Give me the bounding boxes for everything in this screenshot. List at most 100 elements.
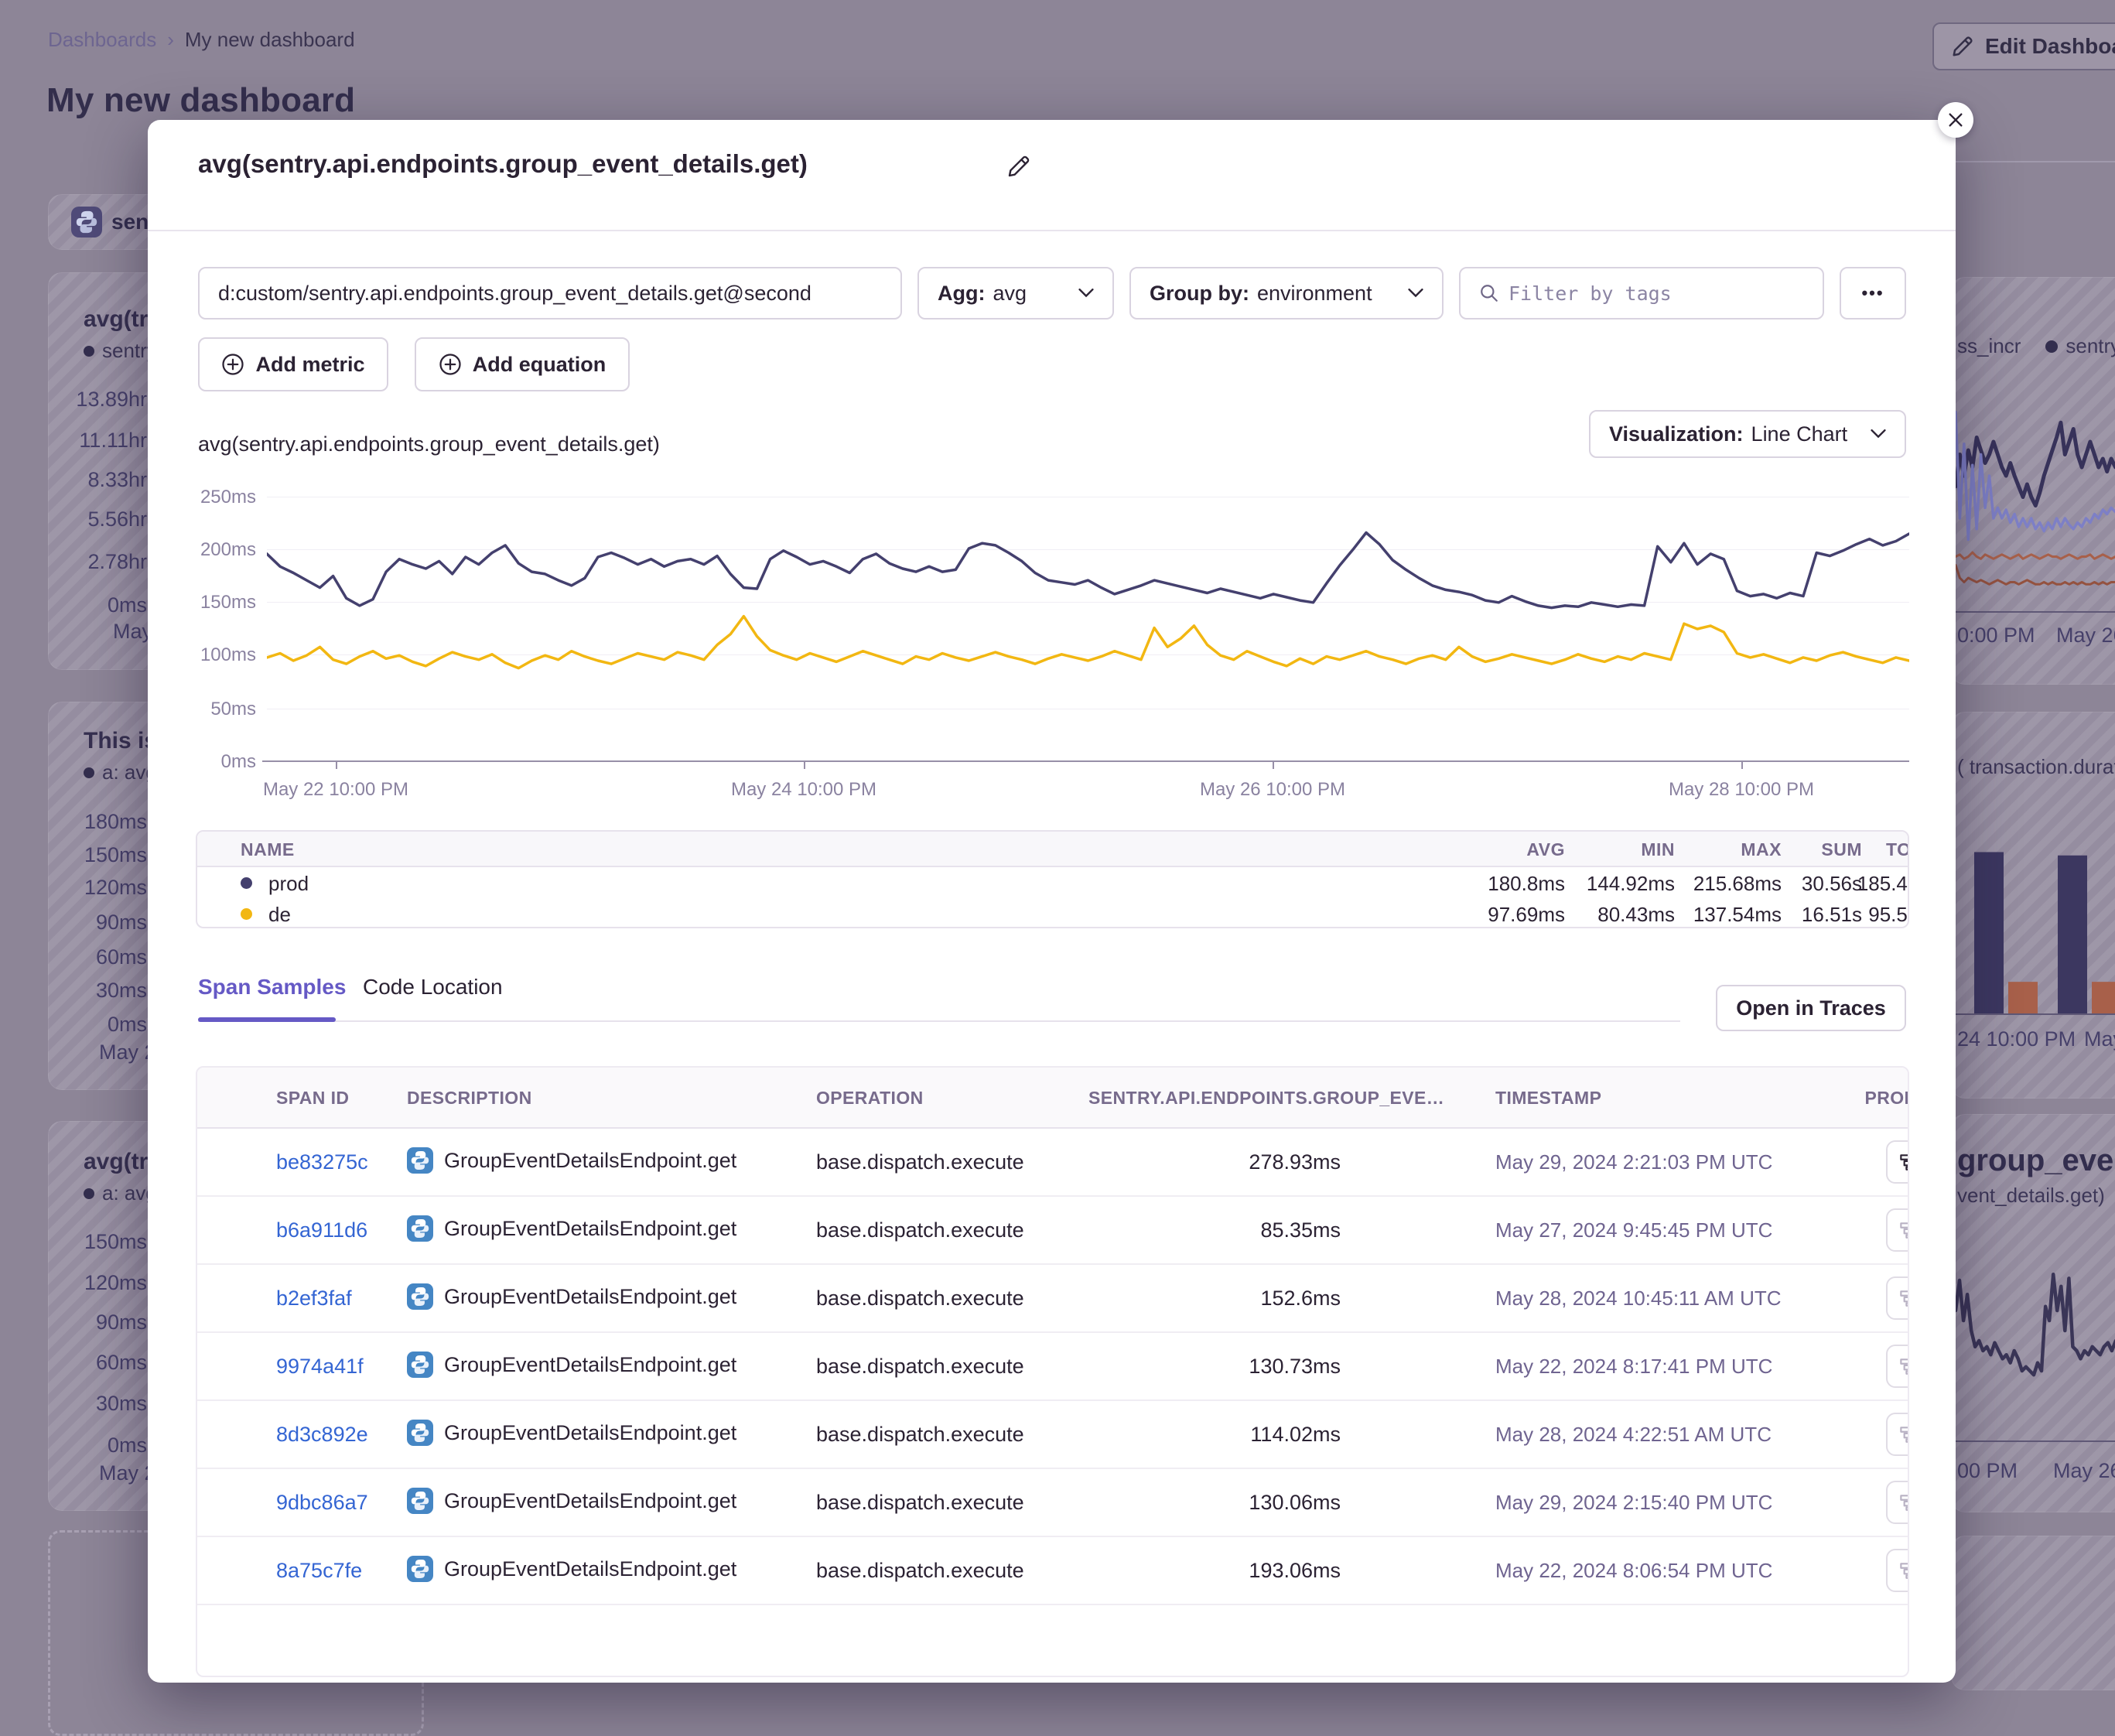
span-sample-row: b6a911d6 GroupEventDetailsEndpoint.get b…	[197, 1197, 1908, 1265]
metric-details-modal: avg(sentry.api.endpoints.group_event_det…	[148, 120, 1956, 1683]
more-options-button[interactable]: •••	[1840, 267, 1906, 320]
summary-row-de[interactable]: de 97.69ms 80.43ms 137.54ms 16.51s 95.59…	[197, 898, 1908, 928]
span-description: GroupEventDetailsEndpoint.get	[407, 1352, 736, 1378]
span-timestamp: May 29, 2024 2:21:03 PM UTC	[1495, 1150, 1772, 1174]
bg-y-label: 30ms	[54, 979, 147, 1003]
span-id-link[interactable]: 8d3c892e	[276, 1423, 368, 1447]
bg-y-label: 180ms	[54, 810, 147, 834]
bg-widget-right-2: ( transaction.duratio 24 10:00 PM May	[1951, 712, 2115, 1099]
series-summary-table: NAME AVG MIN MAX SUM TOTAL prod 180.8ms …	[196, 830, 1909, 928]
chart-canvas	[267, 497, 1909, 761]
bg-y-label: 2.78hr	[54, 550, 147, 574]
python-icon	[407, 1283, 433, 1310]
span-id-link[interactable]: 8a75c7fe	[276, 1559, 362, 1583]
bg-y-label: 60ms	[54, 945, 147, 969]
bg-line-chart	[1956, 1230, 2115, 1431]
profiling-icon	[1898, 1152, 1909, 1172]
span-duration: 152.6ms	[1260, 1287, 1341, 1311]
profiling-icon	[1898, 1356, 1909, 1376]
span-description: GroupEventDetailsEndpoint.get	[407, 1147, 736, 1174]
span-sample-row: 8d3c892e GroupEventDetailsEndpoint.get b…	[197, 1401, 1908, 1469]
python-icon	[407, 1420, 433, 1446]
profile-button[interactable]	[1886, 1549, 1909, 1592]
tabs-divider	[198, 1020, 1680, 1022]
python-icon	[407, 1215, 433, 1242]
span-description: GroupEventDetailsEndpoint.get	[407, 1488, 736, 1514]
python-icon	[407, 1352, 433, 1378]
span-operation: base.dispatch.execute	[816, 1287, 1024, 1311]
chevron-down-icon	[1078, 289, 1094, 298]
breadcrumb-current: My new dashboard	[185, 28, 355, 52]
bg-widget-label: sen	[111, 210, 149, 234]
summary-header-row: NAME AVG MIN MAX SUM TOTAL	[197, 832, 1908, 867]
add-equation-button[interactable]: Add equation	[415, 337, 630, 391]
span-id-link[interactable]: b2ef3faf	[276, 1287, 352, 1311]
python-icon	[407, 1147, 433, 1174]
add-metric-button[interactable]: Add metric	[198, 337, 388, 391]
bg-y-label: 60ms	[54, 1351, 147, 1375]
pencil-icon	[1951, 35, 1974, 58]
profile-button[interactable]	[1886, 1208, 1909, 1252]
chevron-down-icon	[1871, 429, 1886, 439]
profile-button[interactable]	[1886, 1140, 1909, 1184]
profile-button[interactable]	[1886, 1481, 1909, 1524]
bg-y-label: 90ms	[54, 1311, 147, 1334]
bg-y-label: 0ms	[54, 593, 147, 617]
span-operation: base.dispatch.execute	[816, 1218, 1024, 1242]
profile-button[interactable]	[1886, 1276, 1909, 1320]
profile-button[interactable]	[1886, 1345, 1909, 1388]
span-duration: 85.35ms	[1260, 1218, 1341, 1242]
edit-dashboard-button: Edit Dashboa	[1932, 22, 2115, 70]
span-id-link[interactable]: be83275c	[276, 1150, 368, 1174]
edit-title-pencil-icon[interactable]	[1006, 154, 1031, 179]
page-title: My new dashboard	[46, 81, 355, 120]
span-sample-row: b2ef3faf GroupEventDetailsEndpoint.get b…	[197, 1265, 1908, 1333]
span-id-link[interactable]: b6a911d6	[276, 1218, 367, 1242]
chevron-down-icon	[1408, 289, 1423, 298]
active-tab-indicator	[198, 1017, 336, 1022]
span-timestamp: May 28, 2024 10:45:11 AM UTC	[1495, 1287, 1782, 1311]
profiling-icon	[1898, 1288, 1909, 1308]
span-id-link[interactable]: 9dbc86a7	[276, 1491, 368, 1515]
aggregate-select[interactable]: Agg:avg	[917, 267, 1114, 320]
filter-tags-input[interactable]: Filter by tags	[1459, 267, 1824, 320]
span-sample-row: 9974a41f GroupEventDetailsEndpoint.get b…	[197, 1333, 1908, 1401]
span-timestamp: May 28, 2024 4:22:51 AM UTC	[1495, 1423, 1772, 1447]
open-in-traces-button[interactable]: Open in Traces	[1716, 985, 1906, 1031]
tab-code-location[interactable]: Code Location	[363, 975, 503, 1000]
span-id-link[interactable]: 9974a41f	[276, 1355, 364, 1379]
legend-dot	[84, 346, 94, 357]
span-timestamp: May 29, 2024 2:15:40 PM UTC	[1495, 1491, 1772, 1515]
bg-y-label: 150ms	[54, 843, 147, 867]
x-axis	[262, 760, 1909, 762]
group-by-select[interactable]: Group by:environment	[1129, 267, 1444, 320]
span-duration: 130.73ms	[1249, 1355, 1341, 1379]
bg-multiline-chart	[1956, 391, 2115, 603]
chart-label: avg(sentry.api.endpoints.group_event_det…	[198, 432, 660, 456]
profile-button[interactable]	[1886, 1413, 1909, 1456]
span-timestamp: May 27, 2024 9:45:45 PM UTC	[1495, 1218, 1772, 1242]
series-dot	[241, 877, 252, 889]
bg-bar-chart	[1956, 847, 2115, 1013]
close-button[interactable]	[1938, 102, 1973, 138]
bg-y-label: 30ms	[54, 1392, 147, 1416]
span-duration: 278.93ms	[1249, 1150, 1341, 1174]
tab-span-samples[interactable]: Span Samples	[198, 975, 346, 1000]
modal-title: avg(sentry.api.endpoints.group_event_det…	[198, 149, 808, 179]
bg-legend-a: ss_incr	[1957, 334, 2021, 358]
bg-legend-b: sentry.t	[2065, 334, 2115, 358]
bg-widget-right-1: ss_incr sentry.t 0:00 PM May 26	[1951, 277, 2115, 685]
span-sample-row: 9dbc86a7 GroupEventDetailsEndpoint.get b…	[197, 1469, 1908, 1537]
python-icon	[71, 207, 102, 238]
metric-input-field[interactable]	[218, 282, 882, 306]
search-icon	[1479, 283, 1499, 303]
span-operation: base.dispatch.execute	[816, 1491, 1024, 1515]
span-timestamp: May 22, 2024 8:06:54 PM UTC	[1495, 1559, 1772, 1583]
span-sample-row: 8a75c7fe GroupEventDetailsEndpoint.get b…	[197, 1537, 1908, 1605]
span-operation: base.dispatch.execute	[816, 1150, 1024, 1174]
summary-row-prod[interactable]: prod 180.8ms 144.92ms 215.68ms 30.56s 18…	[197, 867, 1908, 898]
span-operation: base.dispatch.execute	[816, 1423, 1024, 1447]
metric-query-input[interactable]	[198, 267, 902, 320]
bg-y-label: 120ms	[54, 876, 147, 900]
visualization-select[interactable]: Visualization:Line Chart	[1589, 410, 1906, 458]
